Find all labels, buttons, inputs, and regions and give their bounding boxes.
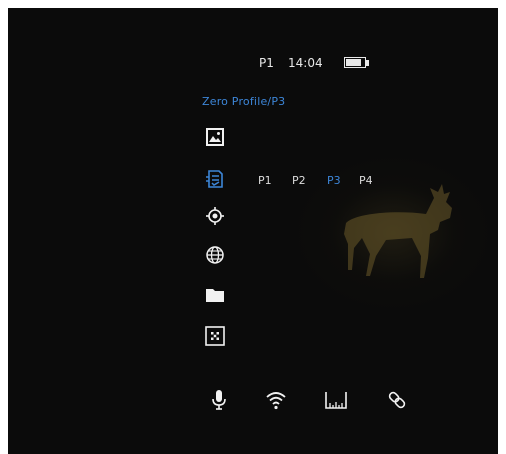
profile-option-p3[interactable]: P3 xyxy=(327,174,341,187)
profile-option-p4[interactable]: P4 xyxy=(359,174,373,187)
link-icon[interactable] xyxy=(385,388,409,412)
wifi-icon[interactable] xyxy=(264,388,288,412)
menu-title: Zero Profile/P3 xyxy=(202,95,286,108)
deer-silhouette xyxy=(344,184,452,278)
zero-profile-icon[interactable] xyxy=(205,169,225,189)
battery-level-fill xyxy=(346,59,361,66)
globe-icon[interactable] xyxy=(205,245,225,265)
active-profile-label: P1 xyxy=(259,56,274,70)
rangefinder-icon[interactable] xyxy=(324,388,348,412)
clock-label: 14:04 xyxy=(288,56,323,70)
viewfinder-screen: P1 14:04 Zero Profile/P3 P1 P2 P3 P4 xyxy=(8,8,498,454)
profile-option-p1[interactable]: P1 xyxy=(258,174,272,187)
battery-tip xyxy=(366,60,369,66)
battery-icon xyxy=(344,57,366,68)
microphone-icon[interactable] xyxy=(207,388,231,412)
pixel-repair-icon[interactable] xyxy=(205,326,225,346)
image-icon[interactable] xyxy=(205,127,225,147)
profile-option-p2[interactable]: P2 xyxy=(292,174,306,187)
folder-icon[interactable] xyxy=(205,285,225,305)
crosshair-icon[interactable] xyxy=(205,206,225,226)
